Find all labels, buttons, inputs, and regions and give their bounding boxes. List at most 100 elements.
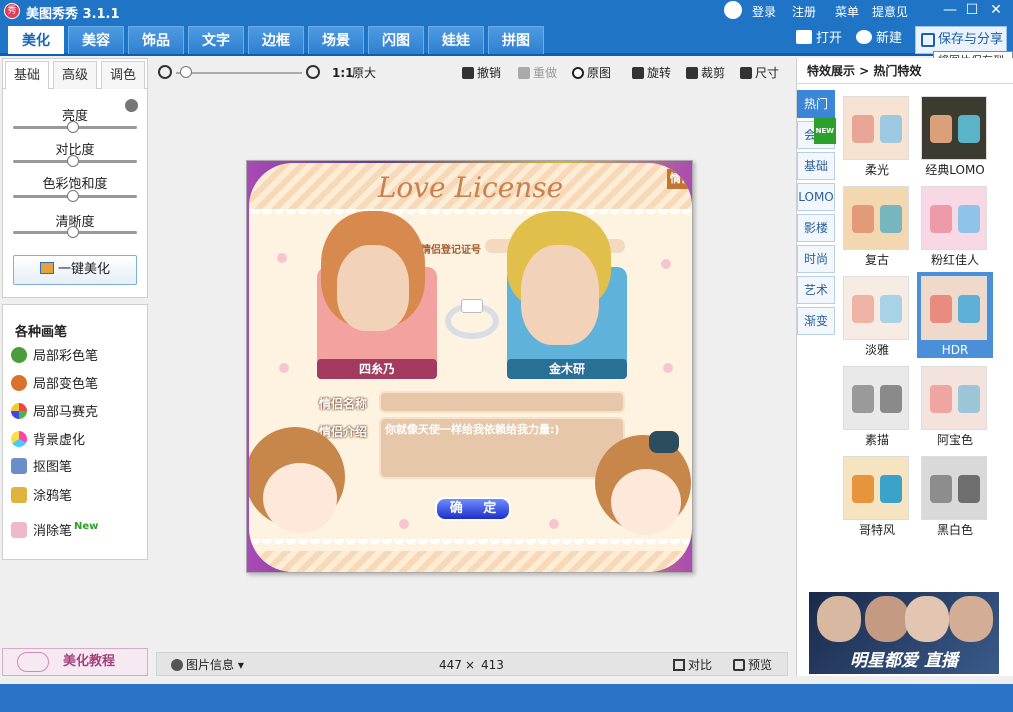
subtab-advanced[interactable]: 高级 (53, 61, 97, 89)
tab-flash[interactable]: 闪图 (368, 26, 424, 54)
effect-pink-lady[interactable]: 粉红佳人 (917, 182, 993, 268)
effect-classic-lomo[interactable]: 经典LOMO (917, 92, 993, 178)
saturation-label: 色彩饱和度 (42, 177, 108, 192)
info-icon (171, 659, 183, 671)
cutout-icon (11, 458, 27, 474)
login-link[interactable]: 登录 (752, 3, 776, 20)
effect-vintage[interactable]: 复古 (839, 182, 915, 268)
effect-abao[interactable]: 阿宝色 (917, 362, 993, 448)
subtab-color[interactable]: 调色 (101, 61, 145, 89)
tab-doll[interactable]: 娃娃 (428, 26, 484, 54)
live-stream-banner[interactable]: 明星都爱 直播 (809, 592, 999, 674)
registration-label: 情侣登记证号 (421, 245, 481, 256)
effect-label: 经典LOMO (925, 163, 985, 177)
rotate-button[interactable]: 旋转 (632, 64, 671, 82)
user-avatar-icon[interactable] (724, 1, 742, 19)
brush-item-eraser[interactable]: 消除笔 New (11, 517, 98, 539)
category-gradient[interactable]: 渐变 (797, 307, 835, 335)
resize-button[interactable]: 尺寸 (740, 64, 779, 82)
magic-icon (39, 262, 54, 274)
crop-button[interactable]: 裁剪 (686, 64, 725, 82)
brightness-slider-knob[interactable] (67, 121, 79, 133)
new-button[interactable]: 新建 (856, 28, 902, 50)
preview-icon (733, 659, 745, 671)
redo-button[interactable]: 重做 (518, 64, 557, 82)
right-chibi-face (611, 469, 681, 535)
effect-label: 阿宝色 (936, 433, 973, 447)
subtab-basic[interactable]: 基础 (5, 61, 49, 89)
preview-button[interactable]: 预览 (733, 656, 772, 674)
brush-item-color[interactable]: 局部彩色笔 (11, 347, 98, 367)
effect-sketch[interactable]: 素描 (839, 362, 915, 448)
effect-label: 素描 (864, 433, 889, 447)
effect-gothic[interactable]: 哥特风 (839, 452, 915, 538)
tab-collage[interactable]: 拼图 (488, 26, 544, 54)
minimize-icon[interactable]: — (940, 1, 960, 19)
save-icon (921, 33, 935, 47)
brush-panel-title: 各种画笔 (15, 325, 68, 340)
menu-link[interactable]: 菜单 (835, 3, 859, 20)
zoom-slider[interactable] (176, 72, 302, 74)
doodle-icon (11, 487, 27, 503)
sharpness-slider-knob[interactable] (67, 226, 79, 238)
category-fashion[interactable]: 时尚 (797, 245, 835, 273)
banner-photo (949, 596, 993, 642)
tab-text[interactable]: 文字 (188, 26, 244, 54)
tab-scene[interactable]: 场景 (308, 26, 364, 54)
compare-button[interactable]: 对比 (673, 656, 712, 674)
brush-item-doodle[interactable]: 涂鸦笔 (11, 487, 72, 507)
couple-intro-text: 你就像天使一样给我依赖给我力量:) (385, 423, 560, 436)
save-share-button[interactable]: 保存与分享 (915, 26, 1007, 54)
banner-photo (865, 596, 909, 642)
feedback-link[interactable]: 提意见 (872, 3, 908, 20)
saturation-slider-knob[interactable] (67, 190, 79, 202)
contrast-slider-knob[interactable] (67, 155, 79, 167)
folder-icon (796, 30, 812, 44)
zoom-actual-button[interactable]: 1:1 (332, 64, 354, 82)
category-art[interactable]: 艺术 (797, 276, 835, 304)
effect-elegant[interactable]: 淡雅 (839, 272, 915, 358)
zoom-out-icon[interactable] (158, 65, 172, 79)
flower-decoration (663, 363, 673, 373)
color-brush-icon (11, 347, 27, 363)
brush-item-recolor[interactable]: 局部变色笔 (11, 375, 98, 395)
one-click-beautify-button[interactable]: 一键美化 (13, 255, 137, 285)
zoom-in-icon[interactable] (306, 65, 320, 79)
zoom-original-label[interactable]: 原大 (352, 64, 376, 82)
mosaic-icon (11, 403, 27, 419)
category-hot[interactable]: 热门 (797, 90, 835, 118)
effect-hdr[interactable]: HDR (917, 272, 993, 358)
category-studio[interactable]: 影楼 (797, 214, 835, 242)
tab-beautify[interactable]: 美化 (8, 26, 64, 54)
brush-item-mosaic[interactable]: 局部马赛克 (11, 403, 98, 423)
undo-button[interactable]: 撤销 (462, 64, 501, 82)
category-basic[interactable]: 基础 (797, 152, 835, 180)
tab-face[interactable]: 美容 (68, 26, 124, 54)
tab-frame[interactable]: 边框 (248, 26, 304, 54)
brush-item-cutout[interactable]: 抠图笔 (11, 458, 72, 478)
maximize-icon[interactable]: ☐ (962, 1, 982, 19)
tab-accessories[interactable]: 饰品 (128, 26, 184, 54)
undo-icon (462, 67, 474, 79)
effect-soft-light[interactable]: 柔光 (839, 92, 915, 178)
tutorial-button[interactable]: 美化教程 (2, 648, 148, 676)
effect-thumbnail (843, 186, 909, 250)
canvas-area[interactable]: Love License 情侣 情侣登记证号 四糸乃 金木研 情侣名称 情侣介绍… (154, 90, 790, 650)
close-icon[interactable]: ✕ (986, 1, 1006, 19)
register-link[interactable]: 注册 (792, 3, 816, 20)
bow-icon (649, 431, 679, 453)
category-vip[interactable]: 会员NEW (797, 118, 836, 149)
effect-thumbnail (921, 366, 987, 430)
original-button[interactable]: 原图 (572, 64, 611, 82)
title-bar: 秀 美图秀秀 3.1.1 登录 注册 菜单 提意见 — ☐ ✕ (0, 0, 1013, 22)
status-bar: 图片信息 ▾ 447 × 413 对比 预览 (156, 652, 788, 676)
effect-black-white[interactable]: 黑白色 (917, 452, 993, 538)
card-confirm-button: 确 定 (435, 497, 511, 521)
category-lomo[interactable]: LOMO (797, 183, 835, 211)
open-button[interactable]: 打开 (796, 28, 842, 50)
brush-item-blur[interactable]: 背景虚化 (11, 431, 85, 451)
lace-border-bottom (249, 539, 692, 549)
image-info-button[interactable]: 图片信息 ▾ (171, 656, 244, 674)
zoom-slider-knob[interactable] (180, 66, 192, 78)
edited-photo[interactable]: Love License 情侣 情侣登记证号 四糸乃 金木研 情侣名称 情侣介绍… (246, 160, 693, 573)
